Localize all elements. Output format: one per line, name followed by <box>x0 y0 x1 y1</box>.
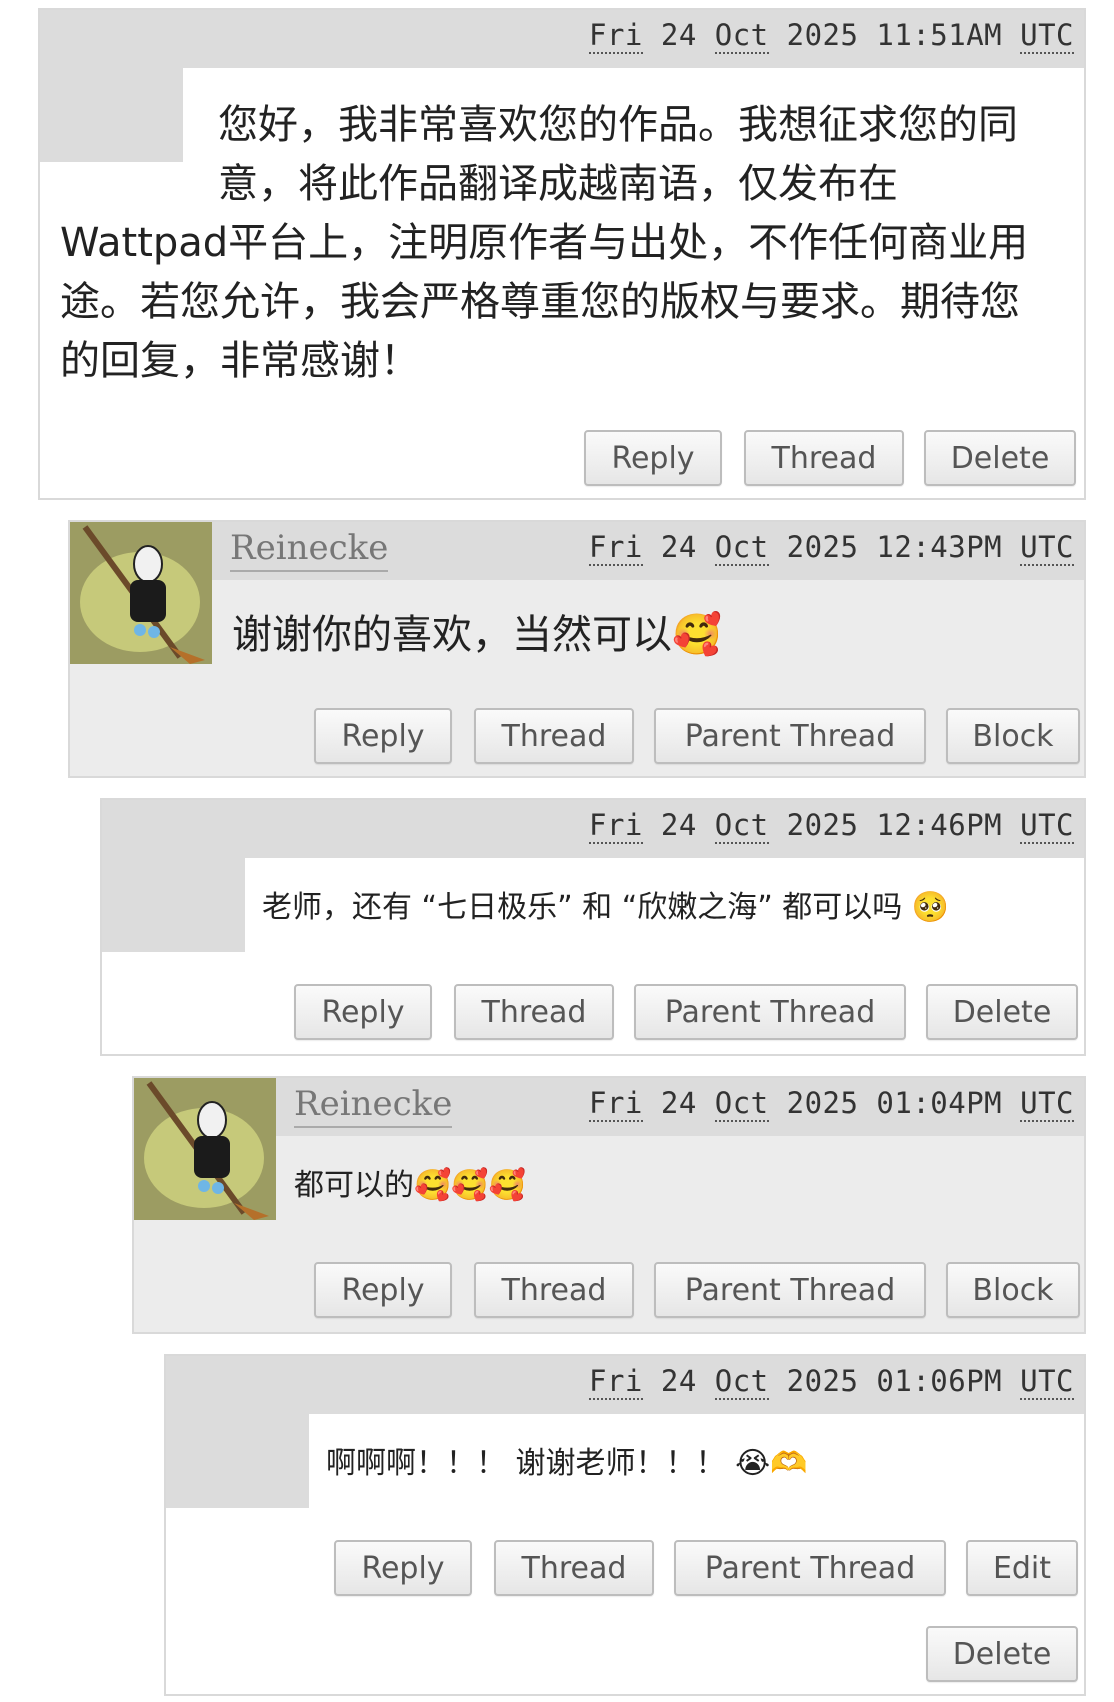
reply-button[interactable]: Reply <box>294 984 432 1040</box>
username-link[interactable]: Reinecke <box>294 1084 453 1128</box>
block-button[interactable]: Block <box>946 1262 1080 1318</box>
smiling-face-with-hearts-emoji: 🥰🥰🥰 <box>414 1168 527 1203</box>
thread-button[interactable]: Thread <box>454 984 614 1040</box>
avatar[interactable] <box>70 522 212 664</box>
reply-button[interactable]: Reply <box>314 1262 452 1318</box>
avatar-placeholder <box>166 1356 309 1508</box>
parent-thread-button[interactable]: Parent Thread <box>654 1262 926 1318</box>
comment-4: Reinecke Fri 24 Oct 2025 01:04PM UTC 都可以… <box>132 1076 1086 1334</box>
reply-button[interactable]: Reply <box>584 430 722 486</box>
comment-date: Fri 24 Oct 2025 01:04PM UTC <box>589 1086 1074 1122</box>
delete-button[interactable]: Delete <box>926 1626 1078 1682</box>
block-button[interactable]: Block <box>946 708 1080 764</box>
comment-text: 谢谢你的喜欢，当然可以 <box>232 612 672 658</box>
comment-date: Fri 24 Oct 2025 11:51AM UTC <box>589 18 1074 54</box>
comment-5: Fri 24 Oct 2025 01:06PM UTC 啊啊啊！！！ 谢谢老师！… <box>164 1354 1086 1696</box>
comment-date: Fri 24 Oct 2025 01:06PM UTC <box>589 1364 1074 1400</box>
thread-button[interactable]: Thread <box>494 1540 654 1596</box>
username-link[interactable]: Reinecke <box>230 528 389 572</box>
parent-thread-button[interactable]: Parent Thread <box>634 984 906 1040</box>
comment-3: Fri 24 Oct 2025 12:46PM UTC 老师，还有 “七日极乐”… <box>100 798 1086 1056</box>
avatar-image <box>134 1078 276 1220</box>
comment-text-line: Wattpad平台上，注明原作者与出处，不作任何商业用 <box>60 220 1029 266</box>
delete-button[interactable]: Delete <box>926 984 1078 1040</box>
comment-text-line: 的回复，非常感谢！ <box>60 338 420 384</box>
comment-date: Fri 24 Oct 2025 12:46PM UTC <box>589 808 1074 844</box>
parent-thread-button[interactable]: Parent Thread <box>654 708 926 764</box>
avatar[interactable] <box>134 1078 276 1220</box>
comment-2: Reinecke Fri 24 Oct 2025 12:43PM UTC 谢谢你… <box>68 520 1086 778</box>
reply-button[interactable]: Reply <box>314 708 452 764</box>
comment-body: 谢谢你的喜欢，当然可以🥰 <box>232 608 722 662</box>
edit-button[interactable]: Edit <box>966 1540 1078 1596</box>
comment-text-line: 意，将此作品翻译成越南语，仅发布在 <box>218 161 898 207</box>
comment-text: 都可以的 <box>294 1168 414 1203</box>
comment-body: 啊啊啊！！！ 谢谢老师！！！ 😭🫶 <box>326 1440 808 1488</box>
comment-date: Fri 24 Oct 2025 12:43PM UTC <box>589 530 1074 566</box>
comment-1: Fri 24 Oct 2025 11:51AM UTC 您好，我非常喜欢您的作品… <box>38 8 1086 500</box>
comment-text: 啊啊啊！！！ 谢谢老师！！！ <box>326 1446 726 1481</box>
thread-button[interactable]: Thread <box>474 1262 634 1318</box>
thread-button[interactable]: Thread <box>474 708 634 764</box>
comment-body: 您好，我非常喜欢您的作品。我想征求您的同 意，将此作品翻译成越南语，仅发布在 W… <box>60 96 1070 391</box>
comment-body: 老师，还有 “七日极乐” 和 “欣嫩之海” 都可以吗 🥺 <box>262 884 949 932</box>
comment-text-line: 您好，我非常喜欢您的作品。我想征求您的同 <box>218 102 1018 148</box>
comment-text-line: 途。若您允许，我会严格尊重您的版权与要求。期待您 <box>60 279 1020 325</box>
comment-text: 老师，还有 “七日极乐” 和 “欣嫩之海” 都可以吗 <box>262 890 903 925</box>
comment-body: 都可以的🥰🥰🥰 <box>294 1162 526 1210</box>
avatar-placeholder <box>102 800 245 952</box>
smiling-face-with-hearts-emoji: 🥰 <box>672 612 722 658</box>
delete-button[interactable]: Delete <box>924 430 1076 486</box>
parent-thread-button[interactable]: Parent Thread <box>674 1540 946 1596</box>
reply-button[interactable]: Reply <box>334 1540 472 1596</box>
pleading-face-emoji: 🥺 <box>911 890 950 925</box>
crying-heart-hands-emoji: 😭🫶 <box>735 1446 808 1481</box>
avatar-image <box>70 522 212 664</box>
thread-button[interactable]: Thread <box>744 430 904 486</box>
